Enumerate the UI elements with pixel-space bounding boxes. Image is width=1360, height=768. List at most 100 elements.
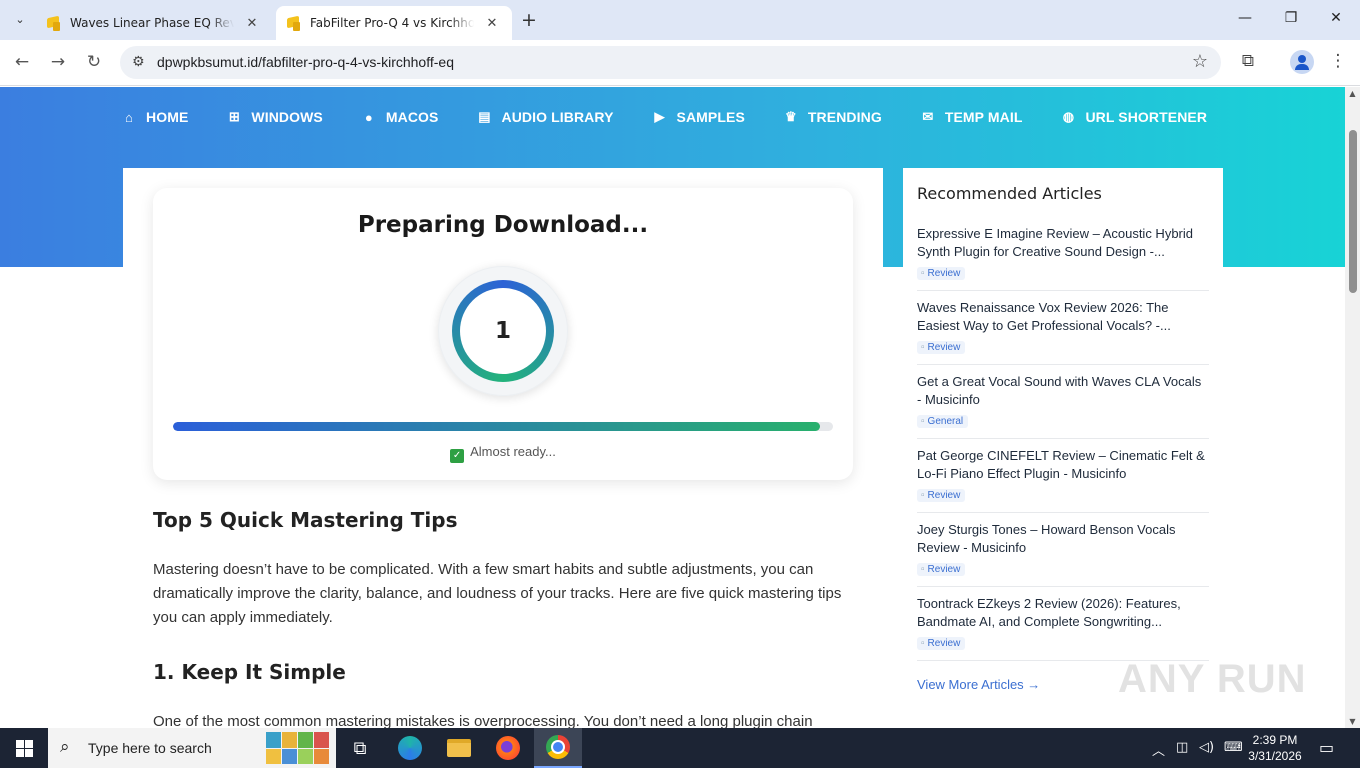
download-card: Preparing Download... 1 ✓ Almost ready... [153, 188, 853, 480]
recommended-title[interactable]: Joey Sturgis Tones – Howard Benson Vocal… [917, 521, 1209, 557]
search-placeholder: Type here to search [88, 740, 212, 756]
recommended-item[interactable]: Pat George CINEFELT Review – Cinematic F… [917, 439, 1209, 513]
extensions-puzzle-icon[interactable]: ⧉ [1236, 51, 1260, 71]
tray-chevron-icon[interactable]: ︿ [1152, 740, 1165, 759]
close-tab-icon[interactable]: ✕ [484, 16, 500, 31]
nav-windows[interactable]: ⊞ WINDOWS [227, 109, 323, 125]
category-badge: Review [917, 341, 966, 354]
firefox-app-icon[interactable] [484, 728, 532, 768]
recommended-sidebar: Recommended Articles Expressive E Imagin… [903, 168, 1223, 728]
kebab-menu-icon[interactable]: ⋮ [1326, 51, 1350, 71]
window-close-icon[interactable]: ✕ [1326, 10, 1346, 26]
site-navigation: ⌂ HOME ⊞ WINDOWS ● MACOS ▤ AUDIO LIBRARY ▶ SA… [122, 109, 1246, 125]
forward-arrow-icon[interactable]: → [46, 52, 70, 72]
countdown-ring: 1 [452, 280, 554, 382]
status-text: Almost ready... [470, 444, 556, 459]
omnibox[interactable]: ⚙ dpwpkbsumut.id/fabfilter-pro-q-4-vs-ki… [120, 46, 1221, 79]
audio-file-icon: ▤ [478, 109, 491, 124]
tab-title: FabFilter Pro-Q 4 vs Kirchhoff EQ [310, 16, 474, 30]
apple-icon: ● [364, 109, 373, 125]
recommended-title[interactable]: Waves Renaissance Vox Review 2026: The E… [917, 299, 1209, 335]
file-explorer-icon[interactable] [435, 728, 483, 768]
countdown-timer: 1 [438, 266, 568, 396]
article-heading: Top 5 Quick Mastering Tips [153, 508, 458, 532]
keyboard-icon[interactable]: ⌨ [1224, 740, 1243, 755]
home-icon: ⌂ [125, 109, 133, 125]
recommended-item[interactable]: Expressive E Imagine Review – Acoustic H… [917, 217, 1209, 291]
reload-icon[interactable]: ↻ [82, 52, 106, 72]
close-tab-icon[interactable]: ✕ [244, 16, 260, 31]
nav-macos[interactable]: ● MACOS [362, 109, 439, 125]
trophy-icon: ♛ [785, 109, 797, 124]
windows-icon: ⊞ [228, 109, 240, 124]
nav-temp-mail[interactable]: ✉ TEMP MAIL [921, 109, 1023, 125]
recommended-item[interactable]: Waves Renaissance Vox Review 2026: The E… [917, 291, 1209, 365]
recommended-item[interactable]: Get a Great Vocal Sound with Waves CLA V… [917, 365, 1209, 439]
nav-label: TRENDING [807, 109, 882, 125]
envelope-icon: ✉ [922, 109, 934, 124]
nav-trending[interactable]: ♛ TRENDING [784, 109, 882, 125]
profile-avatar-icon[interactable] [1290, 50, 1314, 74]
countdown-number: 1 [460, 288, 546, 374]
article-paragraph: One of the most common mastering mistake… [153, 713, 813, 728]
article-subheading: 1. Keep It Simple [153, 660, 346, 684]
taskbar-search[interactable]: ⌕ Type here to search [48, 728, 336, 768]
new-tab-plus-icon[interactable]: + [518, 9, 540, 31]
minimize-icon[interactable]: — [1235, 10, 1255, 26]
nav-label: TEMP MAIL [944, 109, 1023, 125]
windows-logo-icon [15, 739, 33, 757]
nav-label: MACOS [385, 109, 439, 125]
play-icon: ▶ [654, 109, 665, 124]
restore-icon[interactable]: ❐ [1281, 10, 1301, 26]
system-clock[interactable]: 2:39 PM 3/31/2026 [1245, 732, 1305, 764]
network-icon[interactable]: ◫ [1176, 740, 1188, 755]
site-info-icon[interactable]: ⚙ [132, 54, 145, 70]
nav-label: WINDOWS [251, 109, 323, 125]
favicon-icon [286, 15, 302, 31]
scroll-up-arrow-icon[interactable]: ▲ [1345, 89, 1360, 98]
category-badge: Review [917, 267, 966, 280]
clock-date: 3/31/2026 [1248, 749, 1302, 763]
sidebar-title: Recommended Articles [917, 184, 1102, 203]
task-view-icon[interactable]: ⧉ [336, 728, 384, 768]
category-badge: Review [917, 637, 966, 650]
bookmark-star-icon[interactable]: ☆ [1192, 51, 1208, 72]
page-scrollbar[interactable]: ▲ ▼ [1345, 87, 1360, 728]
main-content: Preparing Download... 1 ✓ Almost ready...… [123, 168, 883, 728]
recommended-item[interactable]: Toontrack EZkeys 2 Review (2026): Featur… [917, 587, 1209, 661]
nav-audio-library[interactable]: ▤ AUDIO LIBRARY [478, 109, 614, 125]
notifications-icon[interactable]: ▭ [1319, 738, 1334, 757]
recommended-title[interactable]: Expressive E Imagine Review – Acoustic H… [917, 225, 1209, 261]
recommended-title[interactable]: Get a Great Vocal Sound with Waves CLA V… [917, 373, 1209, 409]
tab-strip: ⌄ Waves Linear Phase EQ Review ✕ FabFilt… [0, 0, 1360, 40]
download-title: Preparing Download... [357, 212, 649, 238]
back-arrow-icon[interactable]: ← [10, 52, 34, 72]
recommended-item[interactable]: Joey Sturgis Tones – Howard Benson Vocal… [917, 513, 1209, 587]
download-status: ✓ Almost ready... [153, 444, 853, 463]
search-highlight-puzzle-icon [266, 732, 329, 764]
recommended-title[interactable]: Toontrack EZkeys 2 Review (2026): Featur… [917, 595, 1209, 631]
category-badge: Review [917, 489, 966, 502]
favicon-icon [46, 15, 62, 31]
scroll-thumb[interactable] [1349, 130, 1357, 293]
nav-samples[interactable]: ▶ SAMPLES [653, 109, 745, 125]
start-button[interactable] [0, 728, 48, 768]
tab-search-chevron-icon[interactable]: ⌄ [9, 8, 31, 30]
windows-taskbar: ⌕ Type here to search ⧉ ︿ ◫ ◁) ⌨ 2:39 PM… [0, 728, 1360, 768]
nav-url-shortener[interactable]: ◍ URL SHORTENER [1061, 109, 1207, 125]
browser-tab-1[interactable]: Waves Linear Phase EQ Review ✕ [36, 6, 272, 40]
progress-fill [173, 422, 820, 431]
recommended-title[interactable]: Pat George CINEFELT Review – Cinematic F… [917, 447, 1209, 483]
tab-title: Waves Linear Phase EQ Review [70, 16, 234, 30]
scroll-down-arrow-icon[interactable]: ▼ [1345, 717, 1360, 726]
url-text[interactable]: dpwpkbsumut.id/fabfilter-pro-q-4-vs-kirc… [157, 54, 454, 70]
category-badge: General [917, 415, 969, 428]
checkmark-icon: ✓ [450, 449, 465, 463]
edge-app-icon[interactable] [386, 728, 434, 768]
chrome-app-icon[interactable] [534, 728, 582, 768]
download-progress-bar [173, 422, 833, 431]
nav-home[interactable]: ⌂ HOME [122, 109, 188, 125]
browser-tab-2-active[interactable]: FabFilter Pro-Q 4 vs Kirchhoff EQ ✕ [276, 6, 512, 40]
volume-icon[interactable]: ◁) [1199, 740, 1214, 755]
page-viewport: ⌂ HOME ⊞ WINDOWS ● MACOS ▤ AUDIO LIBRARY ▶ SA… [0, 87, 1345, 728]
